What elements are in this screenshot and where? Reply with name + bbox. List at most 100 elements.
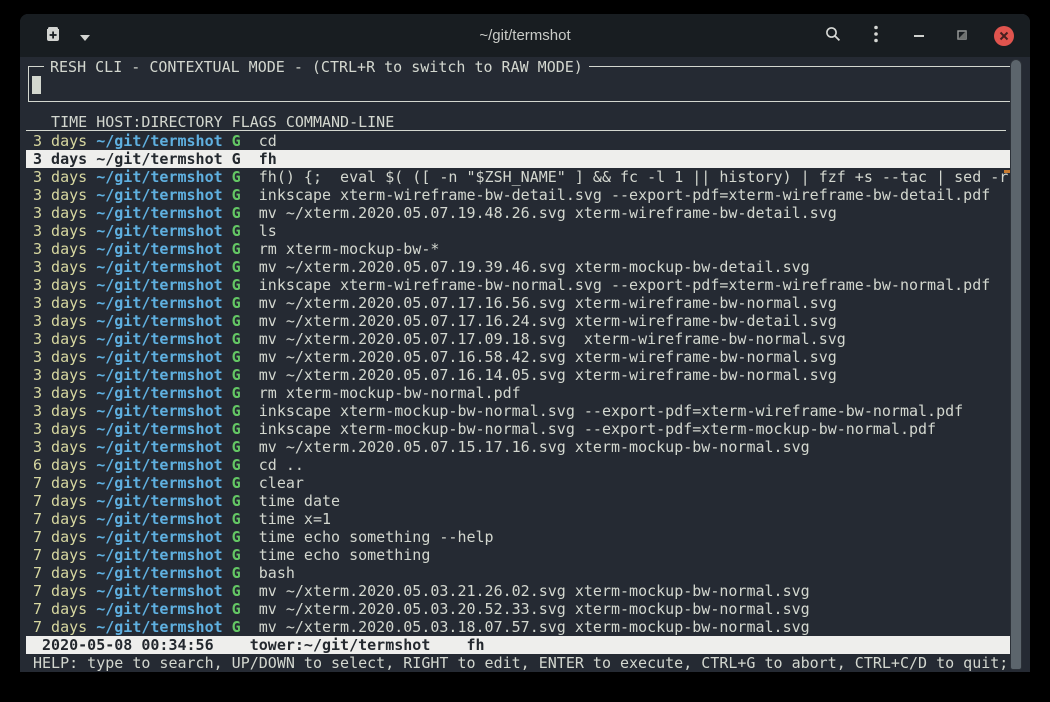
host-cell: ~/git/termshot: [96, 510, 222, 528]
terminal-window: ~/git/termshot: [20, 14, 1030, 672]
host-cell: ~/git/termshot: [96, 222, 222, 240]
cmd-cell: mv ~/xterm.2020.05.07.16.58.42.svg xterm…: [259, 348, 837, 366]
flag-cell: G: [223, 204, 259, 222]
history-row[interactable]: 7 days ~/git/termshot G mv ~/xterm.2020.…: [26, 600, 1012, 618]
history-row[interactable]: 7 days ~/git/termshot G time echo someth…: [26, 546, 1012, 564]
cmd-cell: mv ~/xterm.2020.05.07.17.16.24.svg xterm…: [259, 312, 837, 330]
host-cell: ~/git/termshot: [96, 312, 222, 330]
restore-icon: [956, 26, 968, 45]
scrollbar[interactable]: [1010, 59, 1022, 670]
cmd-cell: time echo something: [259, 546, 431, 564]
flag-cell: G: [223, 132, 259, 150]
time-cell: 7 days: [33, 528, 96, 546]
flag-cell: G: [223, 402, 259, 420]
host-cell: ~/git/termshot: [96, 294, 222, 312]
history-row-selected[interactable]: 3 days ~/git/termshot G fh: [26, 150, 1012, 168]
time-cell: 3 days: [33, 150, 96, 168]
history-row[interactable]: 7 days ~/git/termshot G mv ~/xterm.2020.…: [26, 582, 1012, 600]
history-row[interactable]: 3 days ~/git/termshot G rm xterm-mockup-…: [26, 384, 1012, 402]
time-cell: 3 days: [33, 276, 96, 294]
flag-cell: G: [223, 240, 259, 258]
cmd-cell: ls: [259, 222, 277, 240]
history-row[interactable]: 6 days ~/git/termshot G cd ..: [26, 456, 1012, 474]
history-row[interactable]: 7 days ~/git/termshot G time x=1: [26, 510, 1012, 528]
history-row[interactable]: 7 days ~/git/termshot G mv ~/xterm.2020.…: [26, 618, 1012, 636]
text-cursor: [32, 76, 41, 94]
cmd-cell: mv ~/xterm.2020.05.07.17.16.56.svg xterm…: [259, 294, 837, 312]
time-cell: 3 days: [33, 420, 96, 438]
time-cell: 3 days: [33, 330, 96, 348]
time-cell: 7 days: [33, 546, 96, 564]
host-cell: ~/git/termshot: [96, 564, 222, 582]
cmd-cell: mv ~/xterm.2020.05.03.21.26.02.svg xterm…: [259, 582, 810, 600]
titlebar-right-controls: [822, 14, 1014, 57]
host-cell: ~/git/termshot: [96, 456, 222, 474]
cmd-cell: inkscape xterm-mockup-bw-normal.svg --ex…: [259, 420, 936, 438]
host-cell: ~/git/termshot: [96, 528, 222, 546]
cmd-cell: inkscape xterm-wireframe-bw-normal.svg -…: [259, 276, 991, 294]
flag-cell: G: [223, 348, 259, 366]
history-row[interactable]: 3 days ~/git/termshot G inkscape xterm-w…: [26, 276, 1012, 294]
flag-cell: G: [223, 438, 259, 456]
flag-cell: G: [223, 222, 259, 240]
time-cell: 7 days: [33, 564, 96, 582]
cmd-cell: mv ~/xterm.2020.05.07.17.09.18.svg xterm…: [259, 330, 846, 348]
history-row[interactable]: 3 days ~/git/termshot G inkscape xterm-w…: [26, 186, 1012, 204]
time-cell: 3 days: [33, 366, 96, 384]
cmd-cell: bash: [259, 564, 295, 582]
cmd-cell: rm xterm-mockup-bw-*: [259, 240, 440, 258]
flag-cell: G: [223, 474, 259, 492]
host-cell: ~/git/termshot: [96, 348, 222, 366]
host-cell: ~/git/termshot: [96, 150, 222, 168]
history-row[interactable]: 3 days ~/git/termshot G cd: [26, 132, 1012, 150]
host-cell: ~/git/termshot: [96, 168, 222, 186]
history-row[interactable]: 3 days ~/git/termshot G mv ~/xterm.2020.…: [26, 348, 1012, 366]
history-row[interactable]: 3 days ~/git/termshot G inkscape xterm-m…: [26, 420, 1012, 438]
history-row[interactable]: 3 days ~/git/termshot G rm xterm-mockup-…: [26, 240, 1012, 258]
cmd-cell: cd: [259, 132, 277, 150]
history-row[interactable]: 3 days ~/git/termshot G mv ~/xterm.2020.…: [26, 204, 1012, 222]
history-row[interactable]: 3 days ~/git/termshot G fh() {; eval $( …: [26, 168, 1012, 186]
time-cell: 3 days: [33, 348, 96, 366]
history-row[interactable]: 3 days ~/git/termshot G mv ~/xterm.2020.…: [26, 438, 1012, 456]
host-cell: ~/git/termshot: [96, 402, 222, 420]
cmd-cell: mv ~/xterm.2020.05.07.19.39.46.svg xterm…: [259, 258, 810, 276]
history-row[interactable]: 3 days ~/git/termshot G ls: [26, 222, 1012, 240]
host-cell: ~/git/termshot: [96, 600, 222, 618]
flag-cell: G: [223, 384, 259, 402]
time-cell: 3 days: [33, 132, 96, 150]
history-row[interactable]: 7 days ~/git/termshot G time date: [26, 492, 1012, 510]
cmd-cell: inkscape xterm-wireframe-bw-detail.svg -…: [259, 186, 991, 204]
resh-search-box[interactable]: RESH CLI - CONTEXTUAL MODE - (CTRL+R to …: [28, 66, 1014, 102]
flag-cell: G: [223, 168, 259, 186]
cmd-cell: mv ~/xterm.2020.05.07.19.48.26.svg xterm…: [259, 204, 837, 222]
flag-cell: G: [223, 186, 259, 204]
flag-cell: G: [223, 582, 259, 600]
history-row[interactable]: 7 days ~/git/termshot G bash: [26, 564, 1012, 582]
host-cell: ~/git/termshot: [96, 438, 222, 456]
time-cell: 3 days: [33, 402, 96, 420]
flag-cell: G: [223, 420, 259, 438]
restore-button[interactable]: [951, 23, 973, 49]
time-cell: 7 days: [33, 474, 96, 492]
history-row[interactable]: 3 days ~/git/termshot G inkscape xterm-m…: [26, 402, 1012, 420]
history-row[interactable]: 3 days ~/git/termshot G mv ~/xterm.2020.…: [26, 312, 1012, 330]
history-row[interactable]: 3 days ~/git/termshot G mv ~/xterm.2020.…: [26, 330, 1012, 348]
minimize-button[interactable]: [908, 23, 930, 49]
time-cell: 3 days: [33, 168, 96, 186]
host-cell: ~/git/termshot: [96, 366, 222, 384]
menu-button[interactable]: [865, 23, 887, 49]
close-button[interactable]: [994, 26, 1014, 46]
cmd-cell: mv ~/xterm.2020.05.03.18.07.57.svg xterm…: [259, 618, 810, 636]
search-button[interactable]: [822, 23, 844, 49]
history-row[interactable]: 3 days ~/git/termshot G mv ~/xterm.2020.…: [26, 258, 1012, 276]
flag-cell: G: [223, 312, 259, 330]
host-cell: ~/git/termshot: [96, 492, 222, 510]
history-row[interactable]: 7 days ~/git/termshot G clear: [26, 474, 1012, 492]
history-row[interactable]: 3 days ~/git/termshot G mv ~/xterm.2020.…: [26, 294, 1012, 312]
time-cell: 3 days: [33, 384, 96, 402]
history-row[interactable]: 7 days ~/git/termshot G time echo someth…: [26, 528, 1012, 546]
history-row[interactable]: 3 days ~/git/termshot G mv ~/xterm.2020.…: [26, 366, 1012, 384]
cmd-cell: mv ~/xterm.2020.05.07.16.14.05.svg xterm…: [259, 366, 837, 384]
time-cell: 3 days: [33, 186, 96, 204]
